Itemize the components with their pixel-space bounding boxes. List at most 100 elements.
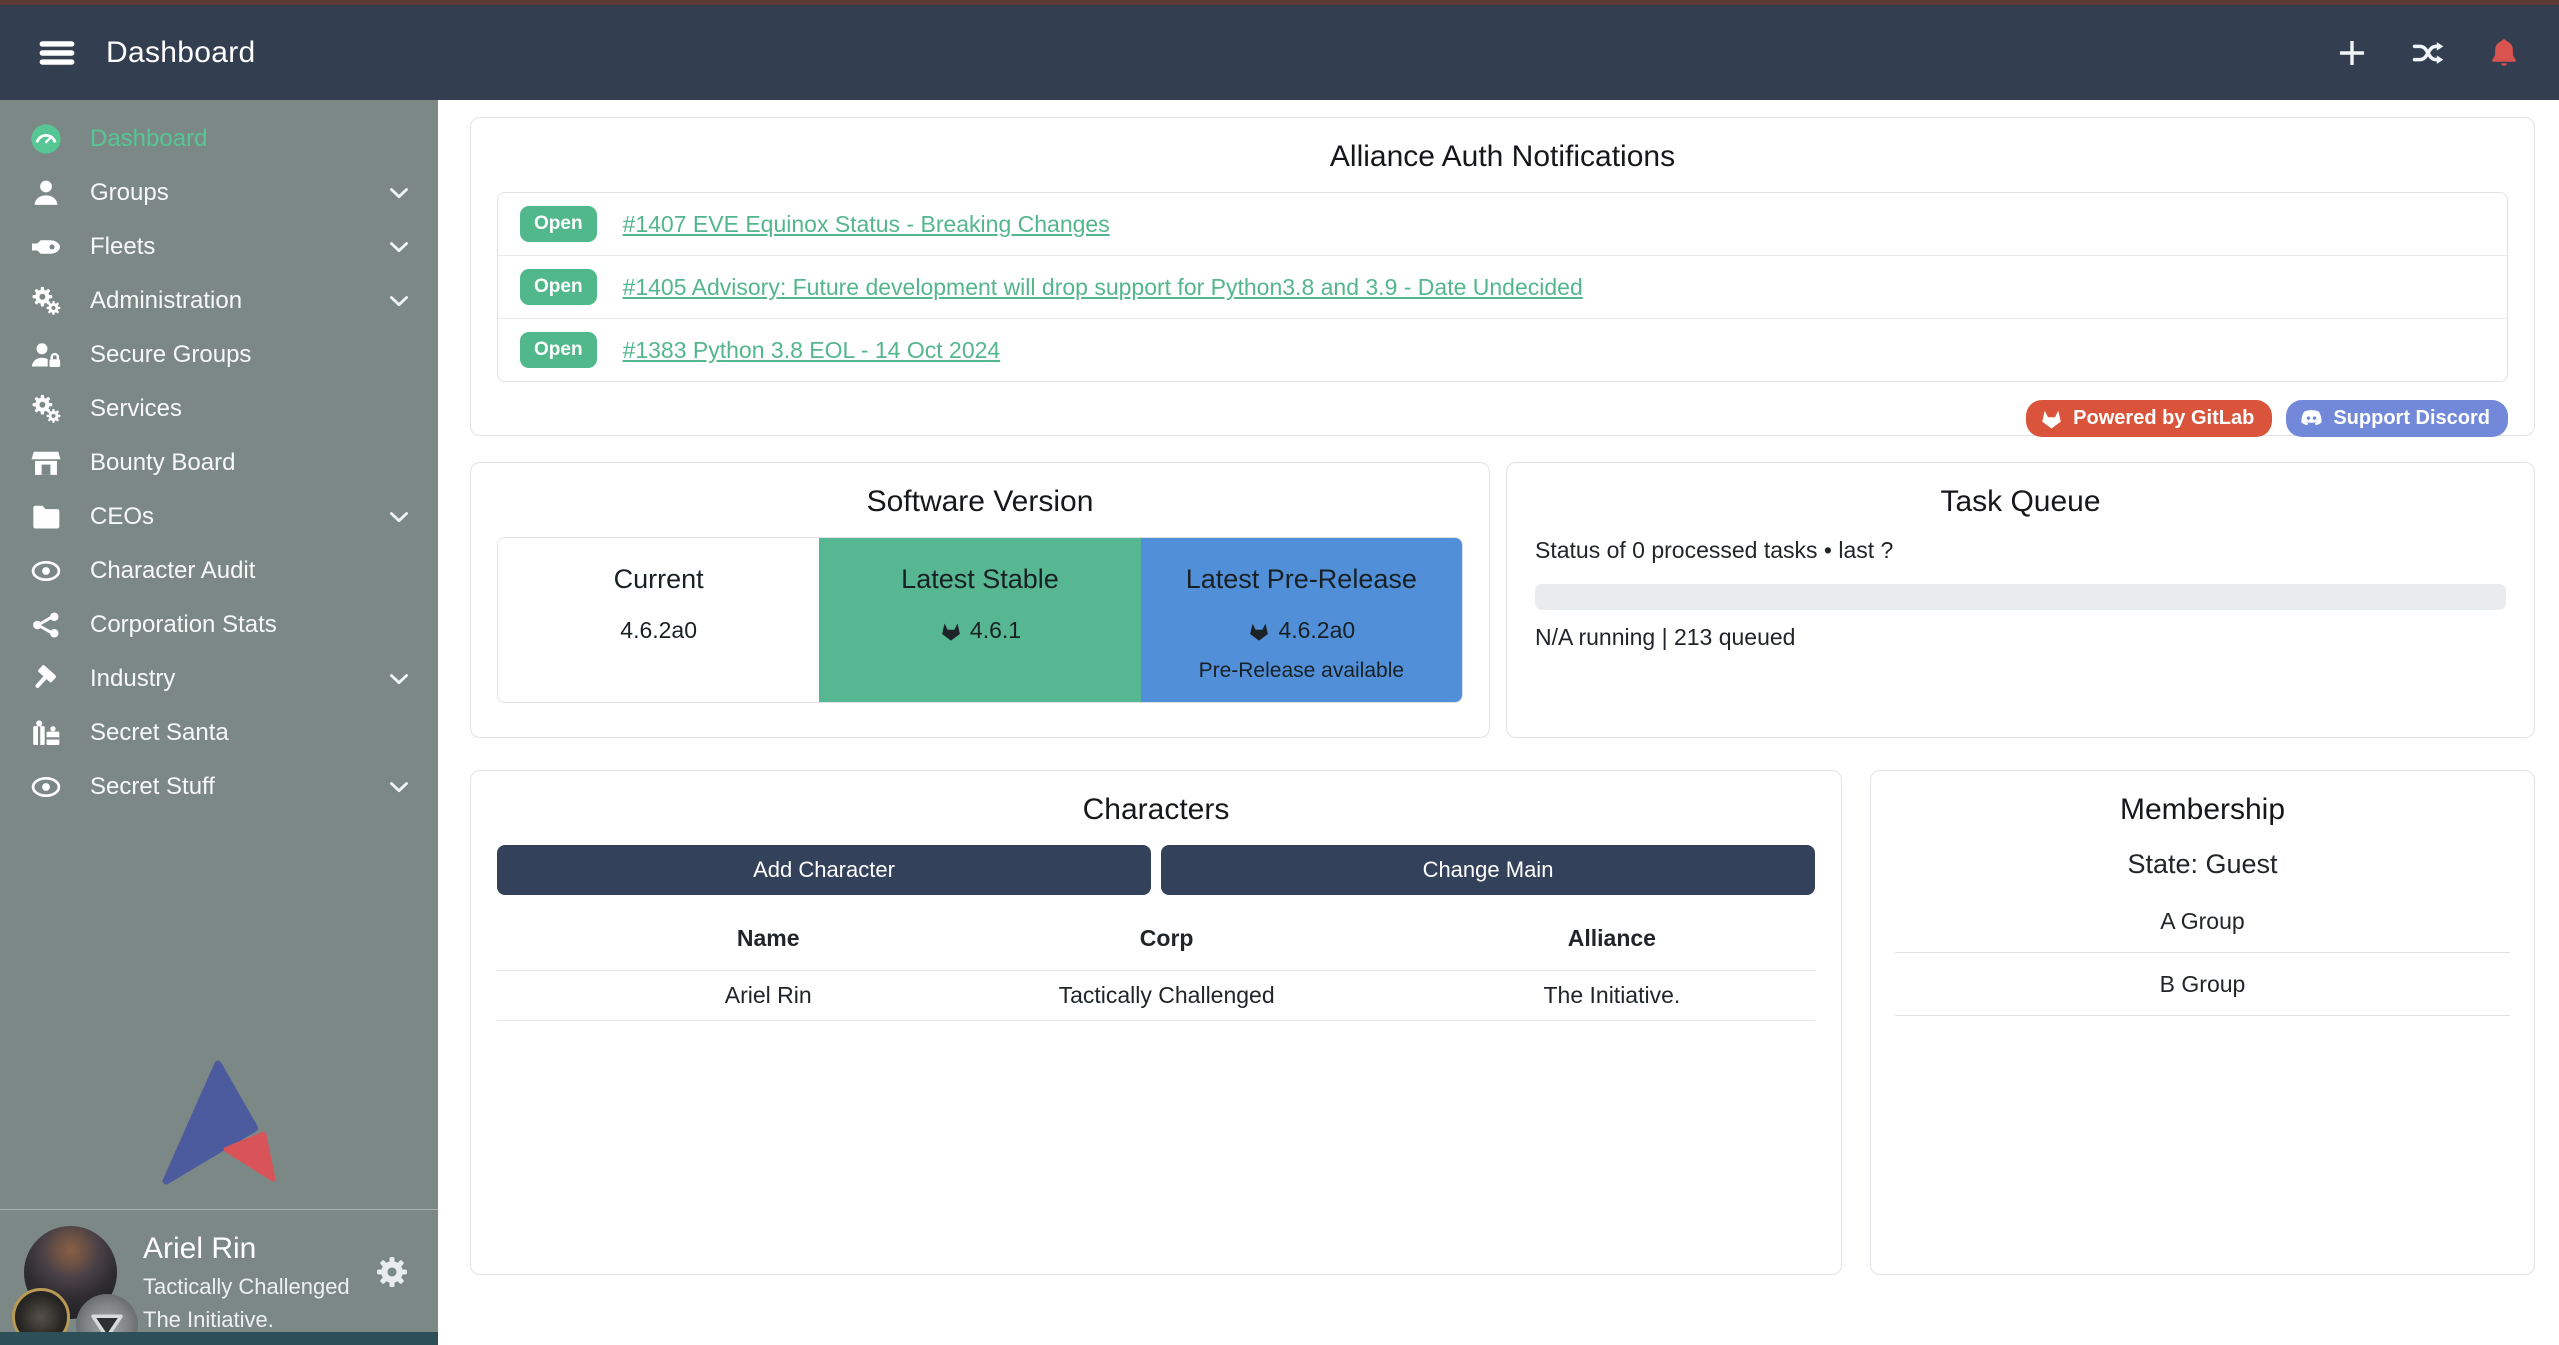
version-cell-label: Latest Pre-Release [1141, 564, 1462, 595]
status-badge: Open [520, 206, 597, 242]
sidebar-item-dashboard[interactable]: Dashboard [0, 112, 438, 166]
user-alliance: The Initiative. [143, 1306, 350, 1335]
user-corp: Tactically Challenged [143, 1273, 350, 1302]
user-lock-icon [30, 339, 62, 371]
sidebar-bottom-strip [0, 1332, 438, 1345]
sidebar-item-label: Services [90, 395, 182, 423]
sidebar-item-groups[interactable]: Groups [0, 166, 438, 220]
notifications-list: Open #1407 EVE Equinox Status - Breaking … [497, 192, 2508, 382]
task-queue-status: Status of 0 processed tasks • last ? [1535, 537, 2506, 564]
chevron-down-icon [386, 234, 412, 260]
hammer-icon [30, 663, 62, 695]
random-button[interactable] [2411, 36, 2445, 70]
gitlab-icon [939, 619, 963, 643]
sidebar-item-administration[interactable]: Administration [0, 274, 438, 328]
characters-table-header: NameCorpAlliance [497, 909, 1815, 970]
user-panel: Ariel Rin Tactically Challenged The Init… [0, 1209, 438, 1345]
task-queue-counts: N/A running | 213 queued [1535, 624, 2506, 651]
sidebar-item-industry[interactable]: Industry [0, 652, 438, 706]
version-table: Current4.6.2a0Latest Stable4.6.1Latest P… [497, 537, 1463, 703]
badge-label: Support Discord [2333, 407, 2490, 430]
notifications-bell-button[interactable] [2487, 36, 2521, 70]
membership-groups: A Group B Group [1895, 908, 2510, 1016]
sidebar: Dashboard Groups Fleets Administration Secur… [0, 100, 438, 1345]
sidebar-item-label: Groups [90, 179, 169, 207]
sidebar-item-secret-santa[interactable]: Secret Santa [0, 706, 438, 760]
characters-buttons: Add CharacterChange Main [497, 845, 1815, 895]
version-cell-label: Latest Stable [819, 564, 1140, 595]
sidebar-item-services[interactable]: Services [0, 382, 438, 436]
sidebar-item-character-audit[interactable]: Character Audit [0, 544, 438, 598]
tachometer-icon [30, 123, 62, 155]
menu-hamburger-button[interactable] [38, 34, 76, 72]
membership-card: Membership State: Guest A Group B Group [1870, 770, 2535, 1275]
sidebar-menu: Dashboard Groups Fleets Administration Secur… [0, 100, 438, 814]
user-settings-gear-icon[interactable] [374, 1254, 410, 1290]
gears-icon [30, 285, 62, 317]
main-layout: Dashboard Groups Fleets Administration Secur… [0, 100, 2559, 1345]
notification-row: Open #1383 Python 3.8 EOL - 14 Oct 2024 [498, 319, 2507, 381]
gears-icon [30, 393, 62, 425]
notifications-title: Alliance Auth Notifications [497, 140, 2508, 174]
character-corp: Tactically Challenged [924, 982, 1408, 1009]
sidebar-item-label: Character Audit [90, 557, 255, 585]
add-button[interactable] [2335, 36, 2369, 70]
column-header-name: Name [612, 925, 924, 952]
column-header-alliance: Alliance [1409, 925, 1815, 952]
sidebar-item-ceos[interactable]: CEOs [0, 490, 438, 544]
group-row-b-group: B Group [1895, 971, 2510, 1016]
software-version-title: Software Version [471, 485, 1489, 519]
version-note: Pre-Release available [1141, 659, 1462, 683]
status-badge: Open [520, 332, 597, 368]
version-cell-label: Current [498, 564, 819, 595]
version-cell-latest-stable: Latest Stable4.6.1 [819, 538, 1140, 702]
sidebar-item-bounty-board[interactable]: Bounty Board [0, 436, 438, 490]
sidebar-item-secret-stuff[interactable]: Secret Stuff [0, 760, 438, 814]
sidebar-item-label: Administration [90, 287, 242, 315]
sidebar-item-label: Fleets [90, 233, 155, 261]
page-title: Dashboard [106, 36, 255, 70]
characters-card: Characters Add CharacterChange Main Name… [470, 770, 1842, 1275]
version-cell-latest-pre-release: Latest Pre-Release4.6.2a0Pre-Release ava… [1141, 538, 1462, 702]
chevron-down-icon [386, 666, 412, 692]
row-characters-membership: Characters Add CharacterChange Main Name… [470, 770, 2535, 1275]
folder-icon [30, 501, 62, 533]
top-navbar: Dashboard [0, 5, 2559, 100]
page: Dashboard Dashboard Groups Fleets Administr… [0, 0, 2559, 1345]
sidebar-item-label: CEOs [90, 503, 154, 531]
notification-link[interactable]: #1407 EVE Equinox Status - Breaking Chan… [623, 211, 1110, 238]
change-main-button[interactable]: Change Main [1161, 845, 1815, 895]
membership-state: State: Guest [1895, 849, 2510, 880]
characters-table: NameCorpAlliance Ariel RinTactically Cha… [497, 909, 1815, 1021]
user-name: Ariel Rin [143, 1230, 350, 1268]
notifications-footer: Powered by GitLab Support Discord [497, 400, 2508, 437]
content-area: Alliance Auth Notifications Open #1407 EV… [438, 100, 2559, 1345]
discord-badge-link[interactable]: Support Discord [2286, 400, 2508, 437]
sidebar-item-secure-groups[interactable]: Secure Groups [0, 328, 438, 382]
sidebar-item-label: Bounty Board [90, 449, 235, 477]
chevron-down-icon [386, 774, 412, 800]
user-avatar [24, 1226, 119, 1321]
gitlab-badge-link[interactable]: Powered by GitLab [2026, 400, 2272, 437]
gifts-icon [30, 717, 62, 749]
user-info: Ariel Rin Tactically Challenged The Init… [143, 1226, 350, 1335]
badge-label: Powered by GitLab [2073, 407, 2254, 430]
sidebar-item-label: Dashboard [90, 125, 207, 153]
notification-row: Open #1407 EVE Equinox Status - Breaking … [498, 193, 2507, 256]
gitlab-icon [2039, 406, 2064, 431]
status-badge: Open [520, 269, 597, 305]
notification-link[interactable]: #1405 Advisory: Future development will … [623, 274, 1583, 301]
sidebar-item-fleets[interactable]: Fleets [0, 220, 438, 274]
membership-title: Membership [1895, 793, 2510, 827]
add-character-button[interactable]: Add Character [497, 845, 1151, 895]
character-row: Ariel RinTactically ChallengedThe Initia… [497, 970, 1815, 1021]
version-cell-current: Current4.6.2a0 [498, 538, 819, 702]
notification-link[interactable]: #1383 Python 3.8 EOL - 14 Oct 2024 [623, 337, 1001, 364]
store-icon [30, 447, 62, 479]
task-queue-progressbar [1535, 584, 2506, 610]
task-queue-title: Task Queue [1535, 485, 2506, 519]
notifications-card: Alliance Auth Notifications Open #1407 EV… [470, 117, 2535, 436]
group-row-a-group: A Group [1895, 908, 2510, 953]
sidebar-item-corporation-stats[interactable]: Corporation Stats [0, 598, 438, 652]
sidebar-item-label: Secure Groups [90, 341, 251, 369]
